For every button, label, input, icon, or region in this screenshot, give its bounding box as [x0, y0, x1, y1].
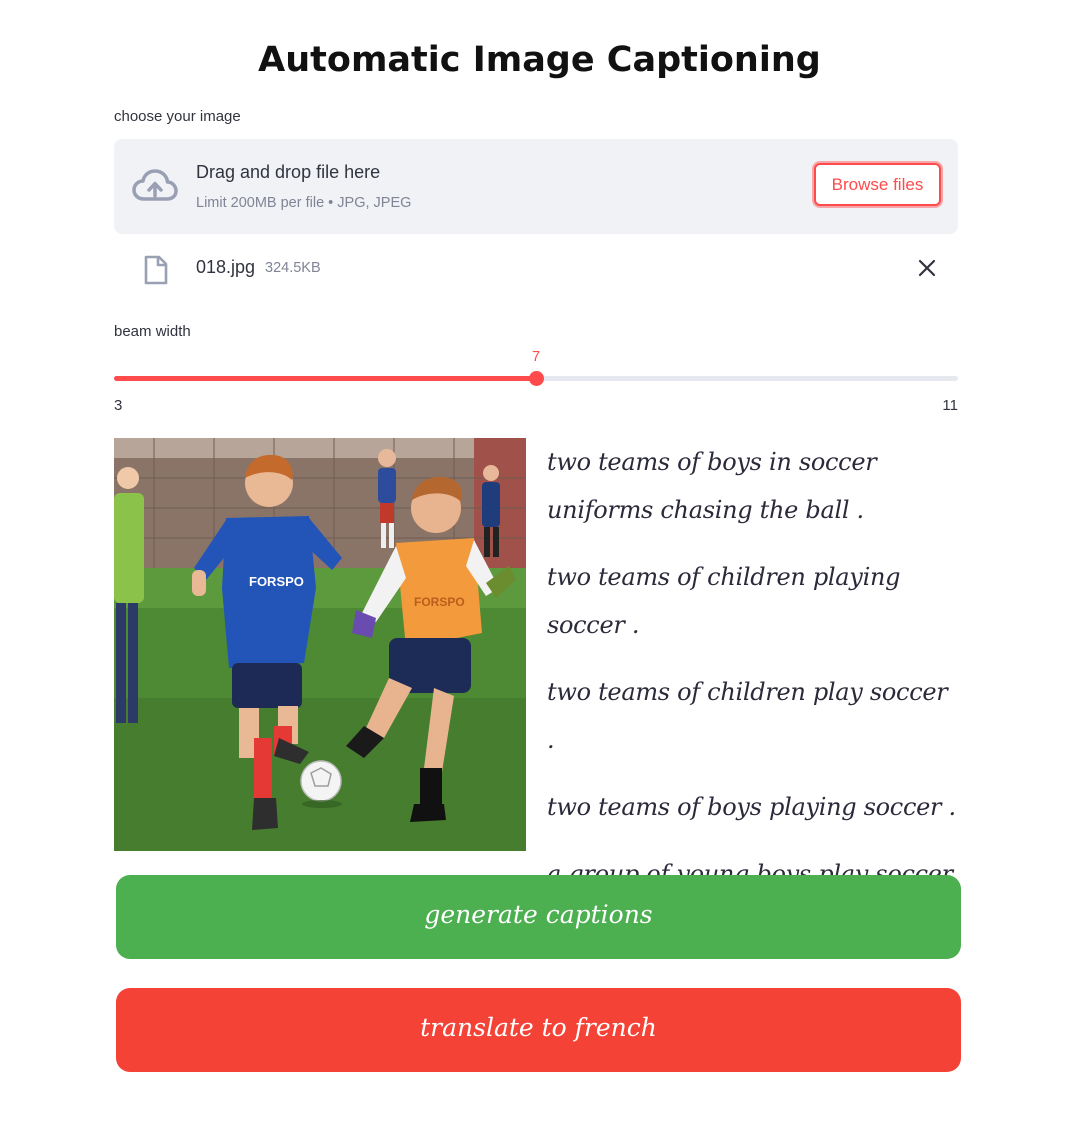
- translate-to-french-button[interactable]: translate to french: [116, 988, 961, 1072]
- slider-thumb[interactable]: [528, 371, 544, 386]
- caption-2: two teams of children playing soccer .: [547, 563, 901, 639]
- slider-min-label: 3: [114, 397, 123, 414]
- close-icon[interactable]: [916, 257, 938, 279]
- file-icon: [144, 255, 168, 285]
- file-name: 018.jpg: [196, 257, 256, 277]
- caption-3: two teams of children play soccer .: [547, 678, 948, 754]
- file-size: 324.5KB: [265, 260, 321, 276]
- slider-label: beam width: [114, 323, 191, 340]
- uploaded-image: FORSPO FORSPO: [114, 438, 526, 851]
- uploaded-file-row: 018.jpg 324.5KB: [114, 248, 958, 292]
- file-limit-text: Limit 200MB per file • JPG, JPEG: [196, 195, 412, 211]
- caption-1: two teams of boys in soccer uniforms cha…: [547, 448, 877, 524]
- svg-text:FORSPO: FORSPO: [249, 574, 304, 589]
- app-page: Automatic Image Captioning choose your i…: [0, 0, 1079, 1147]
- svg-text:FORSPO: FORSPO: [414, 595, 465, 609]
- slider-value: 7: [531, 349, 541, 365]
- caption-4: two teams of boys playing soccer .: [547, 793, 956, 821]
- drag-drop-text: Drag and drop file here: [196, 162, 381, 182]
- slider-fill: [114, 376, 536, 381]
- uploader-label: choose your image: [114, 108, 241, 125]
- soccer-photo: FORSPO FORSPO: [114, 438, 526, 851]
- generate-captions-button[interactable]: generate captions: [116, 875, 961, 959]
- beam-width-slider[interactable]: [114, 371, 958, 386]
- browse-files-button[interactable]: Browse files: [814, 163, 941, 206]
- page-title: Automatic Image Captioning: [258, 40, 821, 80]
- cloud-upload-icon: [132, 169, 178, 201]
- file-dropzone[interactable]: Drag and drop file here Limit 200MB per …: [114, 139, 958, 234]
- slider-max-label: 11: [942, 397, 958, 414]
